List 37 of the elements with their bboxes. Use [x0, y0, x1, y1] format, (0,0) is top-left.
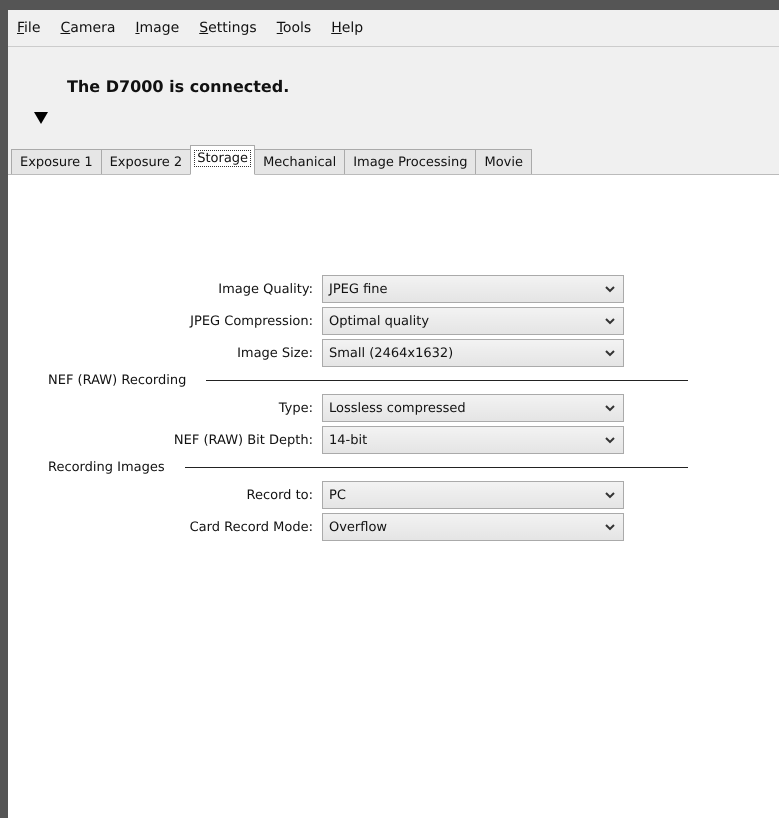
field-label: NEF (RAW) Bit Depth:: [172, 432, 313, 448]
chevron-down-icon: [605, 436, 615, 444]
chevron-down-icon: [605, 524, 615, 530]
menu-item[interactable]: Tools: [276, 18, 312, 38]
field-label: JPEG Compression:: [188, 314, 313, 328]
menu-item[interactable]: File: [17, 18, 40, 38]
section-title: NEF (RAW) Recording: [48, 373, 186, 388]
tab[interactable]: Exposure 2: [100, 149, 192, 174]
section-title: Recording Images: [48, 460, 165, 475]
menu-item[interactable]: Help: [331, 18, 364, 38]
field-label: Type:: [278, 400, 313, 416]
dropdown[interactable]: 14-bit: [322, 426, 624, 454]
chevron-down-icon: [605, 350, 615, 356]
menu-item[interactable]: Image: [135, 18, 180, 38]
dropdown[interactable]: Optimal quality: [322, 307, 624, 335]
field-label: Image Quality:: [217, 282, 313, 296]
dropdown[interactable]: Overflow: [322, 513, 624, 541]
tab[interactable]: Mechanical: [254, 149, 346, 174]
chevron-down-icon: [605, 318, 615, 324]
chevron-down-icon: [605, 404, 615, 412]
dropdown[interactable]: PC: [322, 481, 624, 509]
dropdown[interactable]: JPEG fine: [322, 275, 624, 303]
chevron-down-icon: [605, 286, 615, 292]
dropdown[interactable]: Small (2464x1632): [322, 339, 624, 367]
tab[interactable]: Storage: [190, 145, 256, 175]
tab[interactable]: Movie: [475, 149, 532, 174]
dropdown[interactable]: Lossless compressed: [322, 394, 624, 422]
chevron-down-icon: [605, 492, 615, 498]
field-label: Image Size:: [236, 346, 313, 360]
field-label: Record to:: [246, 488, 313, 502]
connection-status: The D7000 is connected.: [67, 77, 290, 96]
tab[interactable]: Image Processing: [344, 149, 476, 174]
tab[interactable]: Exposure 1: [11, 149, 102, 174]
menu-item[interactable]: Settings: [199, 18, 257, 38]
menu-item[interactable]: Camera: [60, 18, 116, 38]
field-label: Card Record Mode:: [188, 520, 313, 534]
triangle-down-icon[interactable]: [34, 111, 48, 125]
